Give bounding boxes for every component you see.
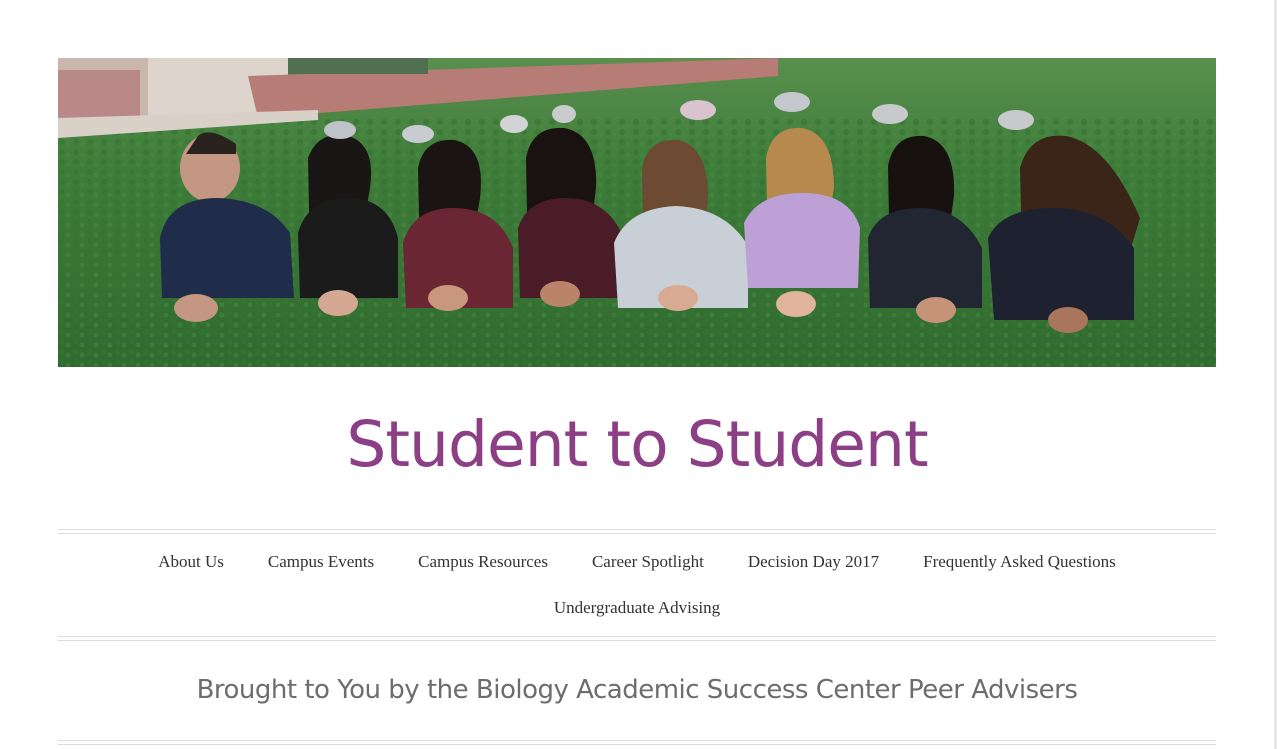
- header-image: [58, 58, 1216, 367]
- nav-row-2: Undergraduate Advising: [58, 584, 1216, 632]
- nav-top-divider-inner: [58, 533, 1216, 534]
- main-navigation: About Us Campus Events Campus Resources …: [58, 540, 1216, 632]
- tagline-divider: [58, 740, 1216, 741]
- nav-item-undergraduate-advising[interactable]: Undergraduate Advising: [554, 598, 720, 618]
- nav-row-1: About Us Campus Events Campus Resources …: [58, 540, 1216, 584]
- tagline-divider-inner: [58, 744, 1216, 745]
- site-title[interactable]: Student to Student: [58, 405, 1216, 485]
- nav-top-divider: [58, 529, 1216, 530]
- nav-item-campus-events[interactable]: Campus Events: [268, 552, 374, 572]
- site-tagline: Brought to You by the Biology Academic S…: [196, 675, 1078, 705]
- nav-item-career-spotlight[interactable]: Career Spotlight: [592, 552, 704, 572]
- nav-item-about-us[interactable]: About Us: [158, 552, 224, 572]
- nav-item-faq[interactable]: Frequently Asked Questions: [923, 552, 1116, 572]
- nav-bottom-divider: [58, 636, 1216, 637]
- nav-item-decision-day-2017[interactable]: Decision Day 2017: [748, 552, 879, 572]
- nav-item-campus-resources[interactable]: Campus Resources: [418, 552, 548, 572]
- header-photo: [58, 58, 1216, 367]
- nav-bottom-divider-inner: [58, 640, 1216, 641]
